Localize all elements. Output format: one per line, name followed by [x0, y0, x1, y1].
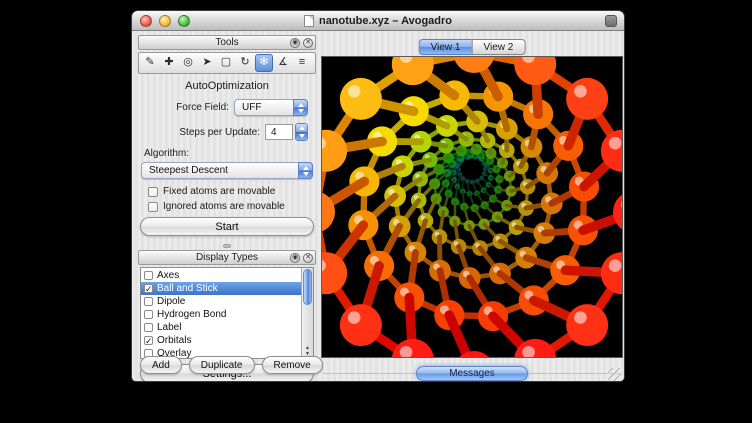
tab-view-1[interactable]: View 1: [419, 39, 472, 55]
list-item-label[interactable]: Label: [141, 321, 301, 334]
close-window-button[interactable]: [140, 15, 152, 27]
hydrogen-bond-checkbox[interactable]: [144, 310, 153, 319]
ignored-atoms-label: Ignored atoms are movable: [163, 201, 285, 212]
fixed-atoms-checkbox-row[interactable]: Fixed atoms are movable: [148, 186, 316, 197]
algorithm-label: Algorithm:: [144, 148, 316, 159]
steps-label: Steps per Update:: [179, 127, 260, 138]
title-bar[interactable]: nanotube.xyz – Avogadro: [132, 11, 624, 31]
remove-button[interactable]: Remove: [262, 356, 323, 374]
fixed-atoms-label: Fixed atoms are movable: [163, 186, 275, 197]
align-tool-icon[interactable]: ≡: [293, 54, 311, 72]
auto-optimize-tool-icon[interactable]: ✻: [255, 54, 273, 72]
auto-rotate-tool-icon[interactable]: ↻: [236, 54, 254, 72]
list-item-orbitals[interactable]: ✓ Orbitals: [141, 334, 301, 347]
algorithm-value: Steepest Descent: [149, 165, 228, 176]
tools-panel-buttons: ◉ ✕: [290, 38, 313, 48]
view-tabs: View 1 View 2: [419, 39, 526, 55]
scrollbar-thumb[interactable]: [303, 269, 312, 305]
tool-toolbar: ✎ ✚ ◎ ➤ ▢ ↻ ✻ ∡ ≡: [138, 52, 316, 74]
list-item-dipole[interactable]: Dipole: [141, 295, 301, 308]
tools-detach-icon[interactable]: ◉: [290, 38, 300, 48]
start-button[interactable]: Start: [140, 217, 314, 236]
tools-panel-header[interactable]: Tools ◉ ✕: [138, 35, 316, 50]
display-types-list: Axes ✓ Ball and Stick Dipole Hydrogen Bo…: [140, 267, 314, 359]
zoom-window-button[interactable]: [178, 15, 190, 27]
dropdown-arrows-icon: [298, 162, 313, 179]
force-field-value: UFF: [242, 102, 261, 113]
molecule-viewport[interactable]: [321, 56, 623, 358]
display-types-panel-title: Display Types: [196, 252, 258, 263]
force-field-dropdown[interactable]: UFF: [234, 99, 308, 116]
force-field-row: Force Field: UFF: [140, 99, 308, 116]
add-button[interactable]: Add: [140, 356, 182, 374]
tools-sidebar: Tools ◉ ✕ ✎ ✚ ◎ ➤ ▢ ↻ ✻ ∡ ≡ AutoOptimiza…: [138, 35, 316, 377]
steps-value-field[interactable]: 4: [265, 124, 293, 140]
force-field-label: Force Field:: [176, 102, 229, 113]
orbitals-checkbox[interactable]: ✓: [144, 336, 153, 345]
stepper-up-icon[interactable]: [296, 124, 307, 132]
measure-tool-icon[interactable]: ∡: [274, 54, 292, 72]
draw-tool-icon[interactable]: ✎: [141, 54, 159, 72]
panel-splitter[interactable]: [138, 241, 316, 250]
display-close-icon[interactable]: ✕: [303, 253, 313, 263]
molecule-canvas: [322, 57, 622, 357]
dropdown-arrows-icon: [293, 99, 308, 116]
duplicate-button[interactable]: Duplicate: [189, 356, 255, 374]
tab-view-2[interactable]: View 2: [472, 39, 526, 55]
stepper-down-icon[interactable]: [296, 132, 307, 141]
dipole-checkbox[interactable]: [144, 297, 153, 306]
list-item-axes[interactable]: Axes: [141, 269, 301, 282]
steps-spinbox: 4: [265, 123, 308, 141]
axes-checkbox[interactable]: [144, 271, 153, 280]
select-tool-icon[interactable]: ▢: [217, 54, 235, 72]
viewer-pane: View 1 View 2 Messages: [321, 31, 623, 381]
steps-stepper[interactable]: [295, 123, 308, 141]
window-controls: [140, 15, 190, 27]
steps-row: Steps per Update: 4: [140, 123, 308, 141]
window-title-text: nanotube.xyz – Avogadro: [319, 15, 452, 27]
resize-grip-icon[interactable]: [608, 368, 621, 381]
display-types-panel-header[interactable]: Display Types ◉ ✕: [138, 250, 316, 265]
algorithm-dropdown[interactable]: Steepest Descent: [141, 162, 313, 179]
fixed-atoms-checkbox[interactable]: [148, 187, 158, 197]
display-types-actions: Add Duplicate Remove: [140, 356, 323, 374]
list-scrollbar[interactable]: ▲▼: [301, 268, 313, 358]
ignored-atoms-checkbox-row[interactable]: Ignored atoms are movable: [148, 201, 316, 212]
messages-button[interactable]: Messages: [416, 366, 528, 381]
document-icon: [304, 15, 314, 27]
manipulate-tool-icon[interactable]: ➤: [198, 54, 216, 72]
window-title: nanotube.xyz – Avogadro: [304, 15, 452, 27]
display-types-rows: Axes ✓ Ball and Stick Dipole Hydrogen Bo…: [141, 269, 301, 359]
display-detach-icon[interactable]: ◉: [290, 253, 300, 263]
display-types-panel-buttons: ◉ ✕: [290, 253, 313, 263]
toolbar-pill-icon[interactable]: [605, 15, 617, 27]
list-item-ball-and-stick[interactable]: ✓ Ball and Stick: [141, 282, 301, 295]
ignored-atoms-checkbox[interactable]: [148, 202, 158, 212]
list-item-hydrogen-bond[interactable]: Hydrogen Bond: [141, 308, 301, 321]
bond-centric-tool-icon[interactable]: ◎: [179, 54, 197, 72]
tools-panel-title: Tools: [215, 37, 238, 48]
app-window: nanotube.xyz – Avogadro Tools ◉ ✕ ✎ ✚ ◎ …: [131, 10, 625, 382]
window-content: Tools ◉ ✕ ✎ ✚ ◎ ➤ ▢ ↻ ✻ ∡ ≡ AutoOptimiza…: [132, 31, 624, 381]
label-checkbox[interactable]: [144, 323, 153, 332]
ball-and-stick-checkbox[interactable]: ✓: [144, 284, 153, 293]
tools-close-icon[interactable]: ✕: [303, 38, 313, 48]
navigate-tool-icon[interactable]: ✚: [160, 54, 178, 72]
minimize-window-button[interactable]: [159, 15, 171, 27]
autooptimization-title: AutoOptimization: [138, 80, 316, 92]
